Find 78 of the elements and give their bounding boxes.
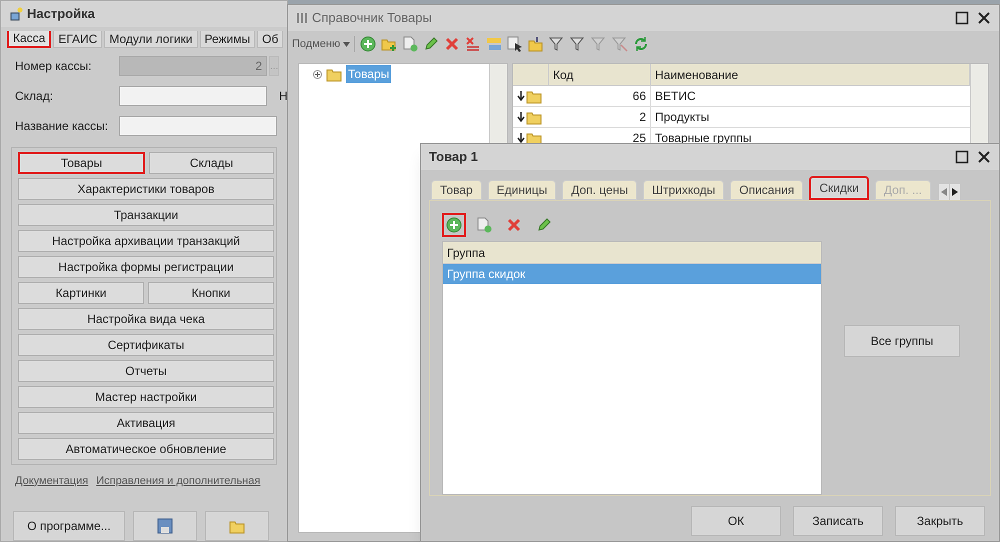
field-label: Номер кассы: xyxy=(15,58,92,75)
caret-icon xyxy=(343,42,350,46)
columns-icon xyxy=(296,12,308,24)
button[interactable]: Транзакции xyxy=(18,204,274,226)
arrow-icon xyxy=(517,91,525,101)
filter-icon[interactable] xyxy=(549,36,566,52)
button[interactable]: Закрыть xyxy=(895,506,985,536)
table-cell: 2 xyxy=(549,107,651,127)
button[interactable]: Записать xyxy=(793,506,883,536)
delete-list-icon[interactable] xyxy=(465,36,482,52)
arrow-icon xyxy=(517,133,525,143)
document-plus-icon[interactable] xyxy=(402,36,418,52)
list-icon[interactable] xyxy=(486,36,502,52)
field-label: Н xyxy=(279,88,288,105)
button[interactable]: Мастер настройки xyxy=(18,386,274,408)
button[interactable]: ОК xyxy=(691,506,781,536)
maximize-icon[interactable] xyxy=(955,150,969,164)
pencil-icon[interactable] xyxy=(423,36,440,52)
window-title: Справочник Товары xyxy=(312,9,433,28)
delete-icon[interactable] xyxy=(506,217,522,233)
button[interactable]: Кнопки xyxy=(148,282,274,304)
select-icon[interactable] xyxy=(507,36,524,52)
scroll-right-icon[interactable] xyxy=(950,184,960,200)
table-cell: 66 xyxy=(549,86,651,106)
button[interactable]: Сертификаты xyxy=(18,334,274,356)
tab[interactable]: Модули логики xyxy=(104,31,198,48)
maximize-icon[interactable] xyxy=(955,11,969,25)
tab[interactable]: ЕГАИС xyxy=(53,31,102,48)
tab[interactable]: Касса xyxy=(7,31,52,48)
tab[interactable]: Режимы xyxy=(200,31,256,48)
tab[interactable]: Описания xyxy=(730,180,804,200)
tab[interactable]: Скидки xyxy=(809,176,869,200)
about-button[interactable]: О программе... xyxy=(13,511,125,541)
button[interactable]: Картинки xyxy=(18,282,144,304)
link[interactable]: Исправления и дополнительная xyxy=(96,472,260,489)
link[interactable]: Документация xyxy=(15,472,88,489)
save-button[interactable] xyxy=(133,511,197,541)
tab[interactable]: Об xyxy=(257,31,284,48)
button[interactable]: Настройка формы регистрации xyxy=(18,256,274,278)
input-field[interactable] xyxy=(119,116,277,136)
button[interactable]: Склады xyxy=(149,152,274,174)
tab[interactable]: Товар xyxy=(431,180,482,200)
button[interactable]: Настройка архивации транзакций xyxy=(18,230,274,252)
folder-arrow-icon[interactable] xyxy=(528,36,544,52)
column-header[interactable]: Код xyxy=(549,64,651,85)
table-cell-text: Продукты xyxy=(654,109,710,126)
button[interactable]: Характеристики товаров xyxy=(18,178,274,200)
button[interactable]: Настройка вида чека xyxy=(18,308,274,330)
close-icon[interactable] xyxy=(977,150,991,164)
table-cell-text: ВЕТИС xyxy=(654,88,697,105)
pencil-icon[interactable] xyxy=(536,217,552,233)
filter-icon[interactable] xyxy=(570,36,586,52)
add-icon[interactable] xyxy=(360,36,376,52)
arrow-icon xyxy=(517,112,525,122)
input-field[interactable] xyxy=(119,86,267,106)
add-icon[interactable] xyxy=(446,217,462,233)
tab[interactable]: Штрихкоды xyxy=(642,180,724,200)
button[interactable]: Отчеты xyxy=(18,360,274,382)
button[interactable]: Активация xyxy=(18,412,274,434)
submenu-button[interactable]: Подменю xyxy=(292,36,356,52)
folder-button[interactable] xyxy=(205,511,269,541)
delete-icon[interactable] xyxy=(444,36,460,52)
settings-icon xyxy=(9,7,23,21)
document-plus-icon[interactable] xyxy=(476,217,492,233)
button[interactable]: Товары xyxy=(18,152,145,174)
tab[interactable]: Доп. цены xyxy=(562,180,637,200)
expand-icon[interactable] xyxy=(313,70,322,78)
all-groups-button[interactable]: Все группы xyxy=(844,325,960,357)
close-icon[interactable] xyxy=(977,11,991,25)
field-label: Название кассы: xyxy=(15,118,110,135)
button[interactable]: Автоматическое обновление xyxy=(18,438,274,460)
tab[interactable]: Единицы xyxy=(488,180,556,200)
window-title: Товар 1 xyxy=(429,148,479,166)
refresh-icon[interactable] xyxy=(633,36,650,52)
field-label: Склад: xyxy=(15,88,54,105)
table-cell-text: Товарные группы xyxy=(654,130,752,147)
column-header[interactable]: Группа xyxy=(443,242,821,264)
window-title: Настройка xyxy=(27,5,96,24)
